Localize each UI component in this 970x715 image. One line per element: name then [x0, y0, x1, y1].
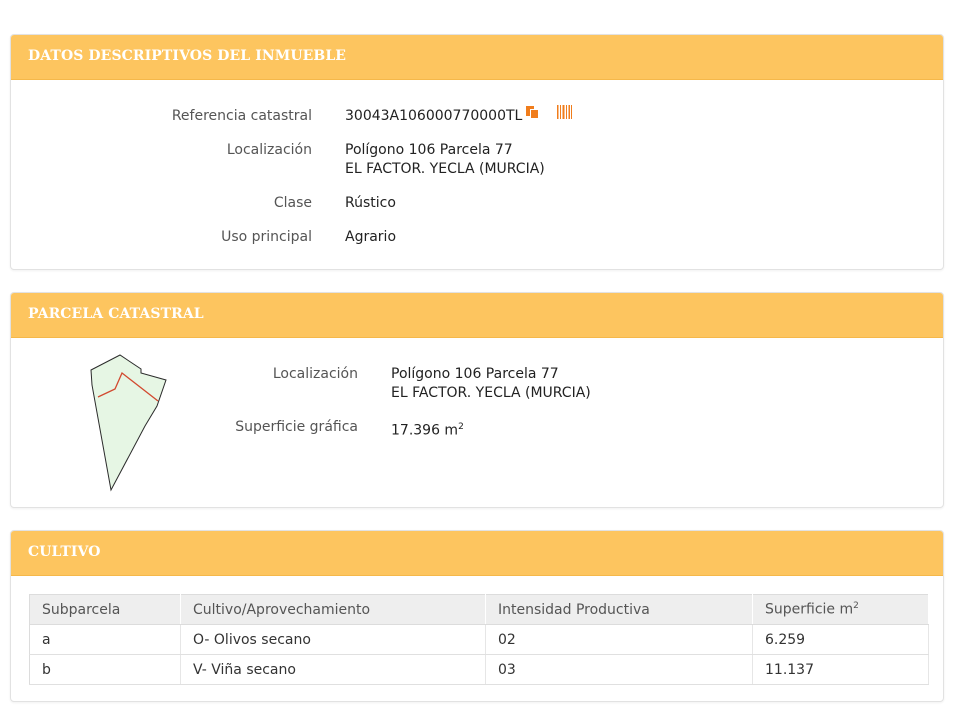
header-superficie-text: Superficie m — [765, 601, 854, 618]
cultivo-table: Subparcela Cultivo/Aprovechamiento Inten… — [29, 594, 929, 685]
cell-cultivo: O- Olivos secano — [180, 624, 486, 655]
header-intensidad: Intensidad Productiva — [485, 594, 753, 625]
cell-subparcela: a — [29, 624, 181, 655]
header-subparcela: Subparcela — [29, 594, 181, 625]
ref-label: Referencia catastral — [171, 108, 312, 124]
superficie-number: 17.396 m — [391, 422, 459, 439]
parcela-loc-label: Localización — [272, 366, 358, 382]
cell-superficie: 6.259 — [752, 624, 929, 655]
datos-panel-title: DATOS DESCRIPTIVOS DEL INMUEBLE — [11, 35, 943, 80]
cultivo-panel-title: CULTIVO — [11, 531, 943, 576]
parcela-panel: PARCELA CATASTRAL Localización Polígono … — [10, 292, 944, 508]
header-superficie-exp: 2 — [853, 601, 859, 612]
cell-intensidad: 03 — [485, 654, 753, 685]
header-cultivo: Cultivo/Aprovechamiento — [180, 594, 486, 625]
ref-value-row: 30043A106000770000TL — [345, 104, 573, 126]
cell-subparcela: b — [29, 654, 181, 685]
cell-superficie: 11.137 — [752, 654, 929, 685]
cultivo-panel: CULTIVO Subparcela Cultivo/Aprovechamien… — [10, 530, 944, 702]
table-row: b V- Viña secano 03 11.137 — [29, 654, 929, 685]
header-superficie: Superficie m2 — [752, 594, 929, 625]
superficie-value: 17.396 m2 — [391, 418, 464, 441]
loc-line2: EL FACTOR. YECLA (MURCIA) — [345, 161, 545, 177]
datos-panel: DATOS DESCRIPTIVOS DEL INMUEBLE Referenc… — [10, 34, 944, 270]
barcode-icon[interactable] — [557, 104, 573, 125]
copy-icon[interactable] — [525, 105, 539, 125]
ref-value[interactable]: 30043A106000770000TL — [345, 108, 522, 124]
parcela-loc-line1: Polígono 106 Parcela 77 — [391, 366, 559, 382]
parcela-panel-title: PARCELA CATASTRAL — [11, 293, 943, 338]
clase-label: Clase — [273, 195, 312, 211]
table-row: a O- Olivos secano 02 6.259 — [29, 624, 929, 655]
table-header-row: Subparcela Cultivo/Aprovechamiento Inten… — [29, 594, 929, 625]
uso-value: Agrario — [345, 229, 397, 245]
uso-label: Uso principal — [221, 229, 312, 245]
cell-intensidad: 02 — [485, 624, 753, 655]
parcela-loc-line2: EL FACTOR. YECLA (MURCIA) — [391, 385, 591, 401]
clase-value: Rústico — [345, 195, 396, 211]
superficie-exponent: 2 — [458, 422, 464, 432]
superficie-label: Superficie gráfica — [235, 419, 358, 435]
cell-cultivo: V- Viña secano — [180, 654, 486, 685]
loc-line1: Polígono 106 Parcela 77 — [345, 142, 513, 158]
loc-label: Localización — [226, 142, 312, 158]
